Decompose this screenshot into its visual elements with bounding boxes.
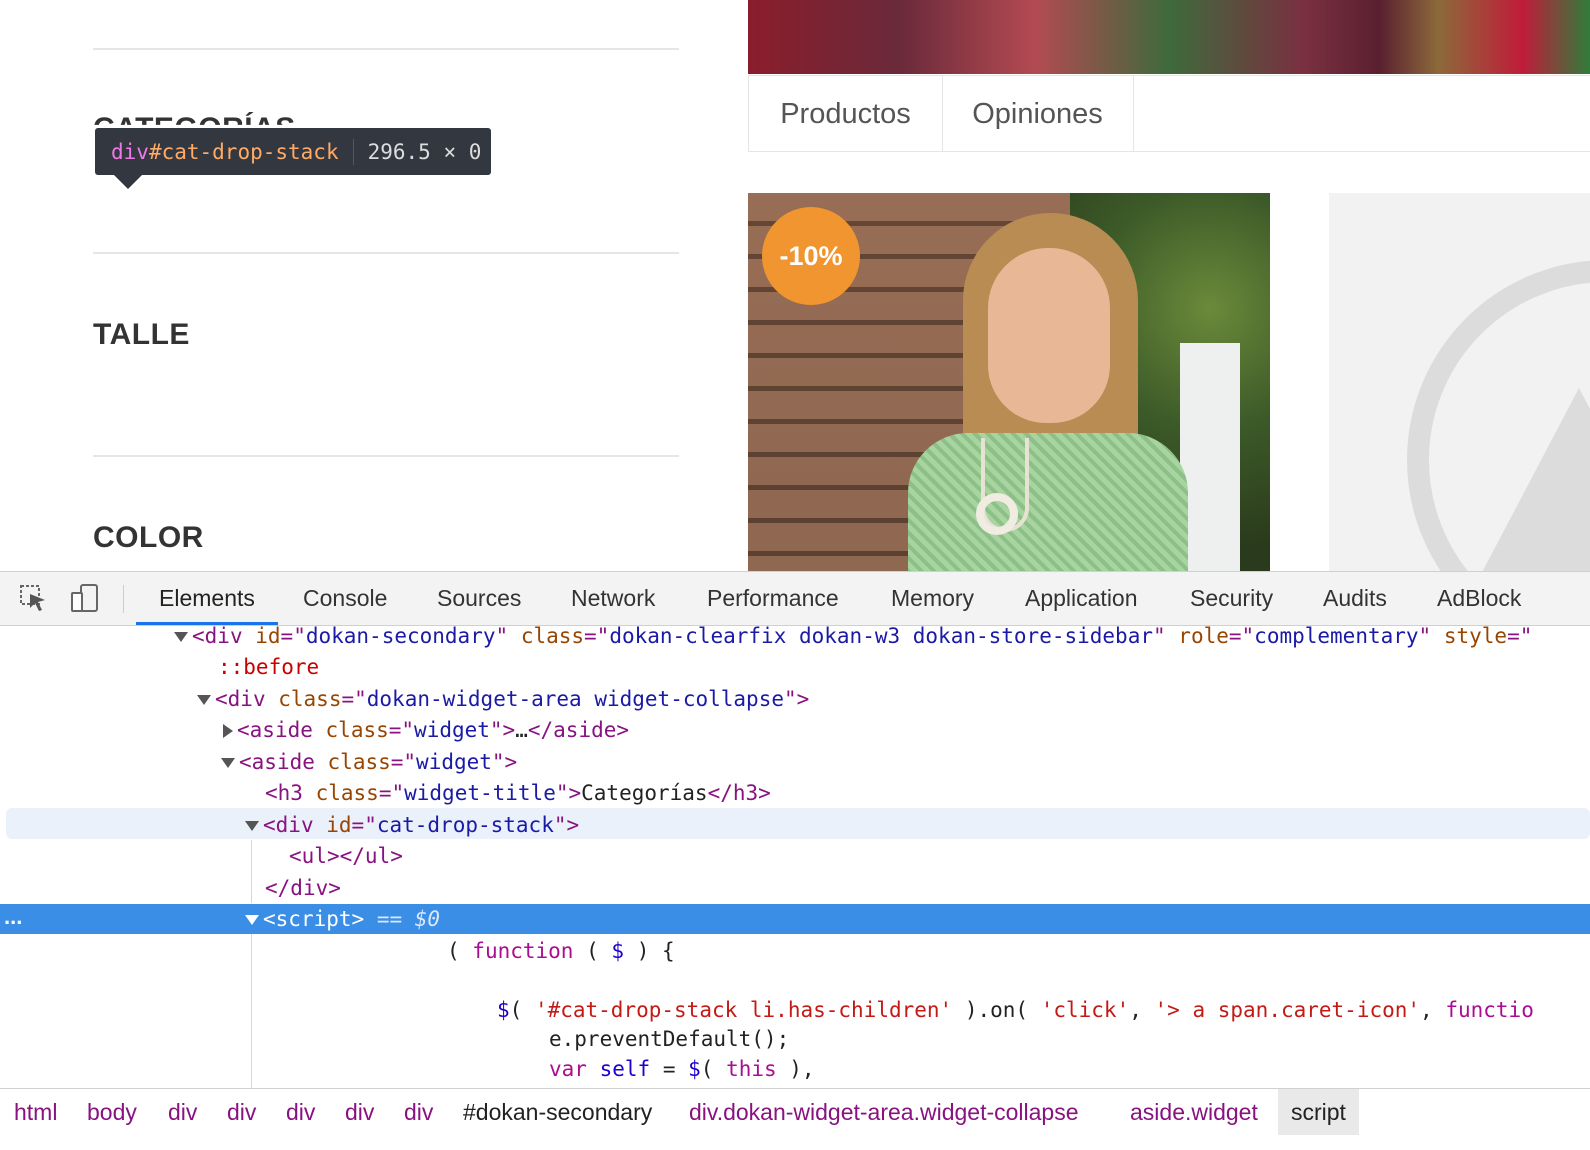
dom-breadcrumb: html body div div div div div #dokan-sec… <box>0 1088 1590 1150</box>
script-code-line: e.preventDefault(); <box>549 1027 790 1051</box>
collapse-arrow-icon[interactable] <box>245 821 259 831</box>
breadcrumb-div[interactable]: div <box>227 1089 256 1135</box>
tooltip-separator <box>352 138 354 165</box>
breadcrumb-aside-widget[interactable]: aside.widget <box>1130 1089 1258 1135</box>
crochet-top <box>908 433 1188 578</box>
dom-node-aside-expanded[interactable]: <aside class="widget"> <box>0 747 1590 778</box>
collapse-arrow-icon[interactable] <box>174 632 188 642</box>
tab-sources[interactable]: Sources <box>437 572 521 625</box>
pendant <box>976 493 1018 535</box>
dom-node-cat-drop-stack[interactable]: <div id="cat-drop-stack"> <box>0 810 1590 841</box>
inspect-element-icon[interactable] <box>15 580 51 616</box>
model-face <box>988 248 1110 423</box>
breadcrumb-body[interactable]: body <box>87 1089 137 1135</box>
talle-widget-title: TALLE <box>93 318 190 351</box>
devtools-toolbar: Elements Console Sources Network Perform… <box>0 572 1590 626</box>
discount-badge: -10% <box>762 207 860 305</box>
sidebar-divider <box>93 455 679 457</box>
collapse-arrow-icon[interactable] <box>221 758 235 768</box>
tab-productos[interactable]: Productos <box>749 76 943 152</box>
product-placeholder-image[interactable] <box>1329 193 1590 578</box>
collapse-arrow-icon[interactable] <box>245 915 259 925</box>
tab-application[interactable]: Application <box>1025 572 1138 625</box>
white-pillar <box>1180 343 1240 578</box>
tab-elements[interactable]: Elements <box>159 572 255 625</box>
dom-node-widget-area[interactable]: <div class="dokan-widget-area widget-col… <box>0 684 1590 715</box>
script-code-line: $( '#cat-drop-stack li.has-children' ).o… <box>497 998 1534 1022</box>
breadcrumb-div[interactable]: div <box>345 1089 374 1135</box>
toolbar-divider <box>123 585 124 613</box>
dom-node-div-close[interactable]: </div> <box>0 873 1590 904</box>
color-widget-title: COLOR <box>93 521 204 554</box>
tab-security[interactable]: Security <box>1190 572 1273 625</box>
tab-memory[interactable]: Memory <box>891 572 974 625</box>
sidebar-divider <box>93 48 679 50</box>
tooltip-size: 296.5 × 0 <box>367 139 482 164</box>
placeholder-triangle <box>1479 388 1590 578</box>
store-tabs: Productos Opiniones <box>748 75 1590 152</box>
tab-opiniones[interactable]: Opiniones <box>942 76 1134 152</box>
dom-node-ul[interactable]: <ul></ul> <box>0 841 1590 872</box>
devtools-panel: Elements Console Sources Network Perform… <box>0 571 1590 1150</box>
active-tab-indicator <box>136 622 278 625</box>
script-code-line: ( function ( $ ) { <box>447 939 675 963</box>
store-page: CATEGORÍAS TALLE COLOR div#cat-drop-stac… <box>0 0 1590 578</box>
device-toolbar-icon[interactable] <box>67 580 103 616</box>
product-image[interactable]: -10% <box>748 193 1270 578</box>
tab-console[interactable]: Console <box>303 572 387 625</box>
breadcrumb-dokan-secondary[interactable]: #dokan-secondary <box>463 1089 652 1135</box>
tooltip-id: #cat-drop-stack <box>148 139 339 164</box>
elements-tree: <div id="dokan-secondary" class="dokan-c… <box>0 626 1590 1088</box>
dom-node-dokan-secondary[interactable]: <div id="dokan-secondary" class="dokan-c… <box>0 626 1590 652</box>
sidebar-divider <box>93 252 679 254</box>
store-banner-image <box>748 0 1590 74</box>
tab-network[interactable]: Network <box>571 572 655 625</box>
breadcrumb-widget-area[interactable]: div.dokan-widget-area.widget-collapse <box>689 1089 1079 1135</box>
collapse-arrow-icon[interactable] <box>197 695 211 705</box>
breadcrumb-html[interactable]: html <box>14 1089 57 1135</box>
script-code-line: var self = $( this ), <box>549 1057 815 1081</box>
dom-node-before[interactable]: ::before <box>0 652 1590 683</box>
dom-node-script-selected[interactable]: <script> == $0 <box>0 904 1590 935</box>
dom-node-h3[interactable]: <h3 class="widget-title">Categorías</h3> <box>0 778 1590 809</box>
dom-node-aside-collapsed[interactable]: <aside class="widget">…</aside> <box>0 715 1590 746</box>
breadcrumb-div[interactable]: div <box>168 1089 197 1135</box>
tooltip-tag: div <box>111 139 149 164</box>
element-inspect-tooltip: div #cat-drop-stack 296.5 × 0 <box>95 128 491 189</box>
tab-audits[interactable]: Audits <box>1323 572 1387 625</box>
tab-adblock[interactable]: AdBlock <box>1437 572 1521 625</box>
tab-performance[interactable]: Performance <box>707 572 839 625</box>
breadcrumb-div[interactable]: div <box>404 1089 433 1135</box>
breadcrumb-div[interactable]: div <box>286 1089 315 1135</box>
breadcrumb-script[interactable]: script <box>1278 1089 1359 1135</box>
expand-arrow-icon[interactable] <box>223 724 233 738</box>
